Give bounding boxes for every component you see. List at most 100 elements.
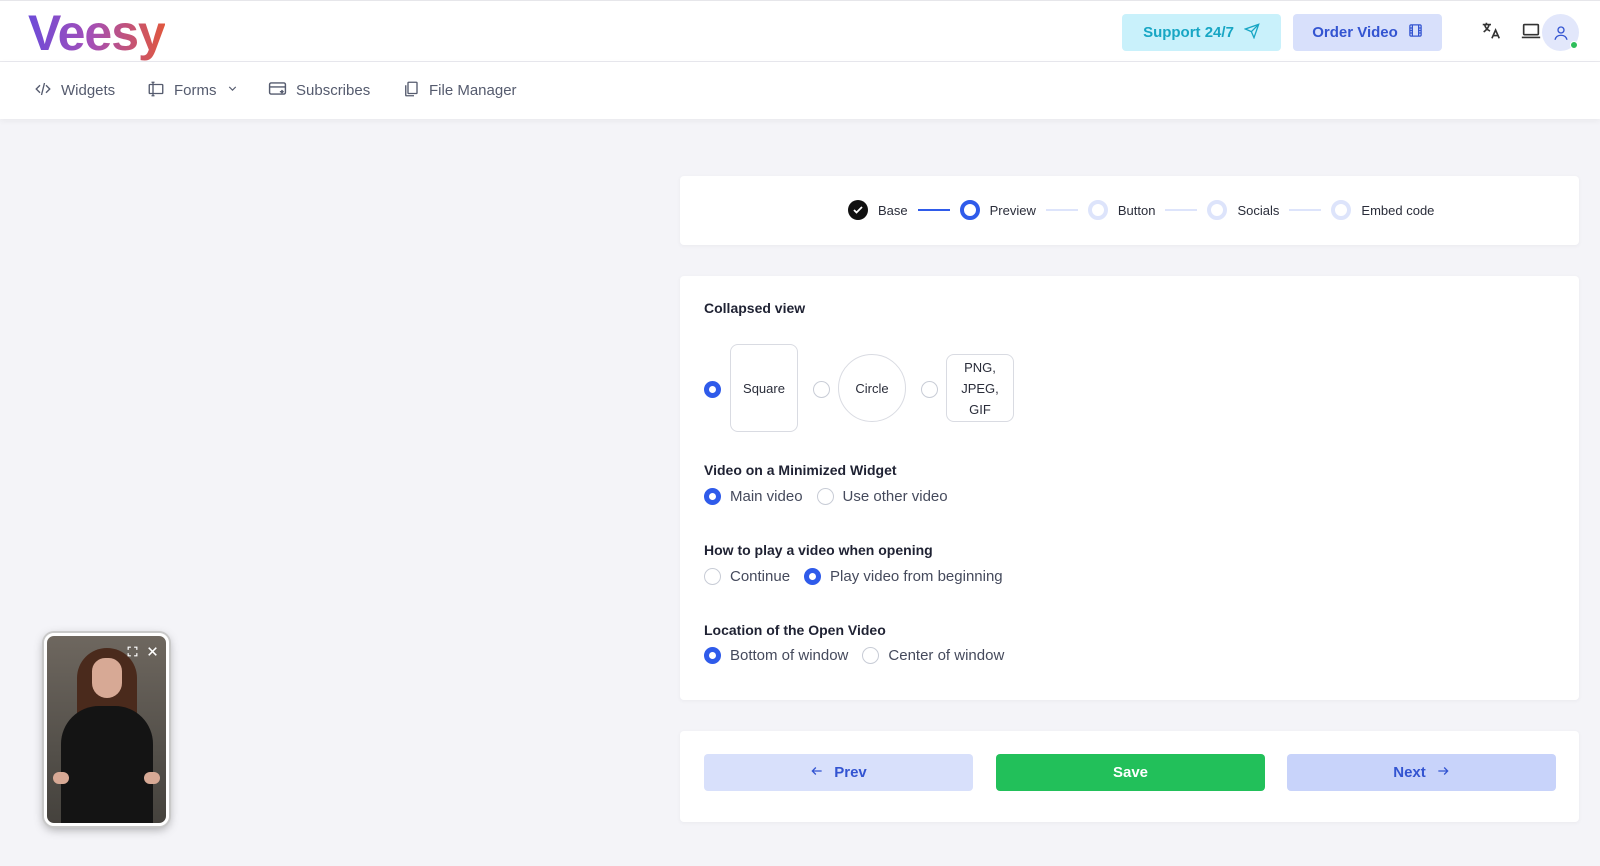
option-center-of-window[interactable]: Center of window — [862, 647, 1004, 664]
prev-label: Prev — [834, 764, 867, 781]
option-label-line: GIF — [969, 401, 991, 417]
option-label-line: PNG, — [964, 359, 996, 375]
stepper: Base Preview Button Socials Embed code — [848, 200, 1434, 220]
arrow-left-icon — [810, 764, 824, 782]
step-indicator — [959, 200, 980, 220]
video-frame-hand — [53, 772, 69, 784]
step-button[interactable]: Button — [1087, 200, 1156, 220]
step-label: Preview — [989, 202, 1036, 218]
film-icon — [1408, 23, 1423, 42]
radio-image[interactable] — [921, 381, 938, 398]
collapsed-option-image[interactable]: PNG, JPEG, GIF — [946, 354, 1014, 422]
video-widget-preview[interactable] — [44, 633, 169, 826]
option-label: Bottom of window — [730, 647, 849, 664]
radio[interactable] — [816, 488, 834, 505]
step-label: Base — [878, 202, 908, 218]
option-label: Main video — [730, 488, 803, 505]
location-title: Location of the Open Video — [704, 622, 886, 638]
video-frame-hand — [144, 772, 160, 784]
option-label: Continue — [730, 568, 791, 585]
nav-label: Widgets — [61, 82, 116, 99]
option-label: Center of window — [888, 647, 1005, 664]
option-play-from-beginning[interactable]: Play video from beginning — [804, 568, 1003, 585]
radio[interactable] — [862, 647, 880, 664]
step-label: Socials — [1237, 202, 1280, 218]
collapsed-view-title: Collapsed view — [704, 300, 806, 316]
support-button[interactable]: Support 24/7 — [1122, 14, 1281, 51]
collapsed-option-circle[interactable]: Circle — [838, 354, 906, 422]
step-preview[interactable]: Preview — [959, 200, 1036, 220]
option-label: Play video from beginning — [830, 568, 1003, 585]
nav-label: Forms — [174, 82, 217, 99]
avatar[interactable] — [1542, 14, 1579, 51]
next-button[interactable]: Next — [1287, 754, 1556, 791]
option-bottom-of-window[interactable]: Bottom of window — [704, 647, 848, 664]
step-indicator — [1087, 200, 1108, 220]
save-button[interactable]: Save — [996, 754, 1265, 791]
check-icon — [848, 200, 868, 220]
option-main-video[interactable]: Main video — [704, 488, 803, 505]
step-embed-code[interactable]: Embed code — [1331, 200, 1434, 220]
nav-label: File Manager — [429, 82, 517, 99]
step-indicator — [1331, 200, 1352, 220]
option-label: Circle — [855, 380, 889, 396]
step-label: Button — [1117, 202, 1156, 218]
prev-button[interactable]: Prev — [704, 754, 973, 791]
save-label: Save — [1112, 764, 1149, 781]
video-frame-face — [92, 658, 122, 698]
step-base[interactable]: Base — [848, 200, 908, 220]
send-icon — [1243, 22, 1260, 43]
option-label: Use other video — [842, 488, 948, 505]
minimized-video-options: Main video Use other video — [704, 488, 962, 505]
expand-icon[interactable] — [125, 644, 139, 658]
preview-settings-card: Collapsed view Square Circle PNG, JPEG, … — [680, 276, 1579, 700]
step-connector — [917, 209, 950, 211]
files-icon — [402, 80, 420, 102]
step-label: Embed code — [1361, 202, 1435, 218]
close-icon[interactable] — [145, 644, 159, 658]
card-icon — [268, 79, 287, 102]
nav-label: Subscribes — [296, 82, 371, 99]
next-label: Next — [1393, 764, 1426, 781]
radio[interactable] — [704, 647, 721, 664]
actions-card: Prev Save Next — [680, 731, 1579, 822]
video-frame-body — [61, 706, 153, 823]
order-video-button[interactable]: Order Video — [1293, 14, 1442, 51]
radio[interactable] — [704, 568, 721, 585]
online-status-dot — [1570, 41, 1578, 49]
step-connector — [1289, 209, 1322, 211]
option-label-line: JPEG, — [961, 380, 999, 396]
user-icon — [1553, 25, 1568, 40]
nav-item-forms[interactable]: Forms — [147, 62, 239, 119]
step-connector — [1165, 209, 1198, 211]
radio-circle[interactable] — [813, 381, 830, 398]
minimized-video-title: Video on a Minimized Widget — [704, 462, 897, 478]
nav-item-widgets[interactable]: Widgets — [34, 62, 115, 119]
top-header: Veesy Support 24/7 Order Video — [0, 0, 1600, 62]
nav-item-subscribes[interactable]: Subscribes — [268, 62, 370, 119]
order-label: Order Video — [1312, 24, 1398, 41]
step-socials[interactable]: Socials — [1207, 200, 1279, 220]
arrow-right-icon — [1436, 764, 1450, 782]
option-use-other-video[interactable]: Use other video — [816, 488, 948, 505]
radio[interactable] — [804, 568, 822, 585]
chevron-down-icon — [226, 82, 239, 99]
play-mode-options: Continue Play video from beginning — [704, 568, 1017, 585]
nav-item-file-manager[interactable]: File Manager — [402, 62, 517, 119]
play-mode-title: How to play a video when opening — [704, 542, 933, 558]
option-continue[interactable]: Continue — [704, 568, 790, 585]
location-options: Bottom of window Center of window — [704, 647, 1018, 664]
collapsed-option-square[interactable]: Square — [730, 344, 798, 432]
step-connector — [1045, 209, 1078, 211]
radio[interactable] — [704, 488, 721, 505]
form-icon — [147, 80, 165, 102]
step-indicator — [1207, 200, 1228, 220]
radio-square[interactable] — [704, 381, 721, 398]
code-icon — [34, 80, 52, 102]
stepper-card: Base Preview Button Socials Embed code — [680, 176, 1579, 245]
laptop-icon[interactable] — [1519, 19, 1543, 43]
logo[interactable]: Veesy — [28, 5, 166, 61]
option-label: Square — [743, 380, 785, 396]
translate-icon[interactable] — [1479, 19, 1503, 43]
main-nav: Widgets Forms Subscribes File Manager — [0, 62, 1600, 119]
